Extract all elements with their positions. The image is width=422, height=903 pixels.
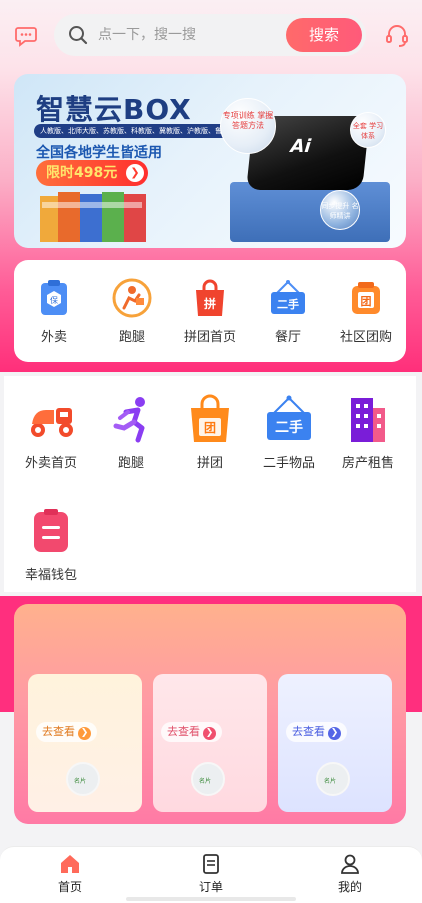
wallet-icon	[34, 509, 68, 552]
community-group-icon: 团	[352, 282, 380, 314]
banner-subtitle: 全国各地学生皆适用	[36, 145, 162, 161]
group-bag-icon: 团	[191, 394, 229, 442]
arrow-right-icon: ❯	[78, 727, 91, 740]
svg-text:团: 团	[361, 295, 372, 308]
product-stand	[230, 182, 390, 242]
quick-nav-label: 拼团首页	[183, 330, 236, 345]
quick-nav-item[interactable]: 拼 拼团首页	[171, 278, 249, 345]
card-thumbnail: 名片	[66, 762, 100, 796]
view-button-label: 去查看	[292, 725, 325, 738]
banner-price-label: 限时498元	[46, 165, 118, 181]
home-indicator	[126, 897, 296, 901]
quick-nav-item[interactable]: 跑腿	[93, 278, 171, 345]
quick-nav-label: 跑腿	[118, 330, 145, 345]
runner-icon	[113, 397, 145, 443]
takeout-icon: 保	[41, 280, 67, 315]
scooter-icon	[31, 408, 73, 437]
tab-orders[interactable]: 订单	[171, 853, 251, 895]
service-label: 跑腿	[117, 456, 144, 471]
group-buy-icon: 拼	[196, 279, 224, 316]
feature-bubble: 全套 学习体系	[350, 112, 386, 148]
promo-card[interactable]: 去查看 ❯ 名片	[28, 674, 142, 812]
search-input[interactable]	[98, 24, 268, 46]
card-thumbnail-label: 名片	[324, 778, 337, 785]
banner-price: 限时498元 ❯	[36, 160, 148, 186]
promo-panel: 去查看 ❯ 名片 去查看 ❯ 名片 去查看 ❯ 名片	[14, 604, 406, 824]
message-icon[interactable]	[14, 23, 38, 47]
view-button-label: 去查看	[42, 725, 75, 738]
card-thumbnail: 名片	[191, 762, 225, 796]
promo-card[interactable]: 去查看 ❯ 名片	[278, 674, 392, 812]
svg-text:团: 团	[204, 421, 216, 435]
home-icon	[61, 855, 79, 873]
promo-card[interactable]: 去查看 ❯ 名片	[153, 674, 267, 812]
view-button[interactable]: 去查看 ❯	[286, 722, 347, 742]
box-logo: Ai	[289, 136, 312, 157]
service-item[interactable]: 外卖首页	[12, 394, 90, 471]
bottom-tab-bar: 首页 订单 我的	[0, 846, 422, 903]
order-icon	[203, 854, 219, 874]
quick-nav-item[interactable]: 保 外卖	[15, 278, 93, 345]
customer-service-icon[interactable]	[384, 23, 410, 49]
view-button[interactable]: 去查看 ❯	[36, 722, 97, 742]
card-thumbnail-label: 名片	[199, 778, 212, 785]
search-bar: 搜索	[54, 14, 366, 56]
errand-icon	[112, 278, 152, 318]
svg-text:拼: 拼	[204, 296, 216, 311]
service-label: 外卖首页	[24, 456, 77, 471]
tab-label: 我的	[337, 880, 362, 894]
view-button[interactable]: 去查看 ❯	[161, 722, 222, 742]
promo-banner[interactable]: 智慧云BOX 人教版、北师大版、苏教版、科教版、冀教版、沪教版、鲁教版等 全国各…	[14, 74, 406, 248]
arrow-right-icon: ❯	[203, 727, 216, 740]
tab-profile[interactable]: 我的	[310, 853, 390, 895]
secondhand-sign-icon: 二手	[267, 395, 311, 440]
service-label: 二手物品	[262, 456, 315, 471]
services-panel: 外卖首页 跑腿 团 拼团 二手 二手物品 房产租售 幸福钱包	[4, 376, 416, 592]
quick-nav: 保 外卖 跑腿 拼 拼团首页 二手 餐厅 团 社区团购	[14, 260, 406, 362]
svg-text:二手: 二手	[275, 419, 303, 436]
service-item[interactable]: 跑腿	[92, 394, 170, 471]
service-item[interactable]: 房产租售	[329, 394, 407, 471]
svg-text:保: 保	[50, 295, 58, 305]
banner-editions: 人教版、北师大版、苏教版、科教版、冀教版、沪教版、鲁教版等	[34, 124, 230, 138]
service-item[interactable]: 二手 二手物品	[250, 394, 328, 471]
service-label: 房产租售	[341, 456, 394, 471]
arrow-right-icon: ❯	[126, 164, 144, 182]
feature-bubble: 专项训练 掌握答题方法	[220, 98, 276, 154]
arrow-right-icon: ❯	[328, 727, 341, 740]
card-thumbnail-label: 名片	[74, 778, 87, 785]
tab-label: 首页	[57, 880, 82, 894]
quick-nav-label: 社区团购	[339, 330, 392, 345]
view-button-label: 去查看	[167, 725, 200, 738]
service-label: 幸福钱包	[24, 568, 77, 583]
tab-label: 订单	[198, 880, 223, 894]
quick-nav-label: 餐厅	[274, 330, 301, 345]
building-icon	[351, 398, 385, 442]
quick-nav-item[interactable]: 二手 餐厅	[249, 278, 327, 345]
feature-bubble: 同步提升 名师精讲	[320, 190, 360, 230]
svg-text:二手: 二手	[277, 297, 299, 311]
banner-title: 智慧云BOX	[36, 93, 192, 126]
quick-nav-label: 外卖	[40, 330, 67, 345]
books-image	[40, 192, 146, 242]
top-bar: 搜索	[0, 14, 422, 58]
service-item[interactable]: 团 拼团	[171, 394, 249, 471]
service-label: 拼团	[196, 456, 223, 471]
profile-icon	[341, 854, 359, 874]
card-thumbnail: 名片	[316, 762, 350, 796]
secondhand-icon: 二手	[271, 280, 305, 314]
search-icon	[69, 26, 88, 45]
tab-home[interactable]: 首页	[30, 853, 110, 895]
service-item[interactable]: 幸福钱包	[12, 506, 90, 583]
search-button[interactable]: 搜索	[286, 18, 362, 52]
quick-nav-item[interactable]: 团 社区团购	[327, 278, 405, 345]
